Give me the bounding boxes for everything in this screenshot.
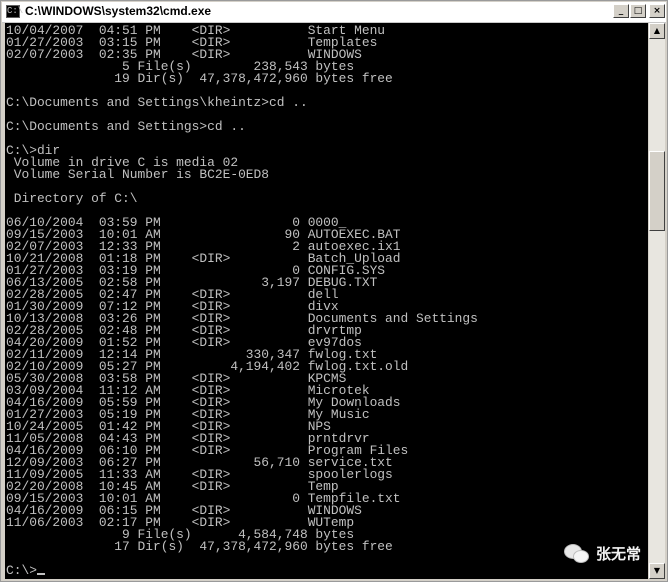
console-line: Directory of C:\ [13, 191, 138, 206]
text-cursor [36, 573, 45, 575]
console-text: 10/04/2007 04:51 PM <DIR> Start Menu 01/… [5, 23, 648, 577]
cmd-app-icon[interactable]: C:\ [6, 5, 23, 18]
console-line: C:\Documents and Settings\kheintz>cd .. [6, 95, 308, 110]
scrollbar-thumb[interactable] [649, 151, 665, 231]
console-line: 17 Dir(s) 47,378,472,960 bytes free [114, 539, 393, 554]
console-line: Volume Serial Number is BC2E-0ED8 [13, 167, 270, 182]
scroll-down-button[interactable]: ▼ [649, 563, 665, 579]
wechat-icon [564, 542, 590, 564]
scroll-up-button[interactable]: ▲ [649, 23, 665, 39]
console-lines: 10/04/2007 04:51 PM <DIR> Start Menu 01/… [6, 23, 478, 554]
console-output[interactable]: 10/04/2007 04:51 PM <DIR> Start Menu 01/… [5, 23, 648, 579]
console-line: C:\Documents and Settings>cd .. [6, 119, 246, 134]
title-bar[interactable]: C:\ C:\WINDOWS\system32\cmd.exe _ □ × [2, 2, 666, 23]
watermark-text: 张无常 [596, 544, 642, 563]
vertical-scrollbar[interactable]: ▲ ▼ [649, 23, 665, 579]
console-line: 19 Dir(s) 47,378,472,960 bytes free [114, 71, 393, 86]
cmd-window: C:\ C:\WINDOWS\system32\cmd.exe _ □ × 10… [0, 0, 668, 582]
close-button[interactable]: × [649, 4, 665, 18]
watermark: 张无常 [564, 539, 641, 567]
maximize-button[interactable]: □ [630, 4, 646, 18]
window-title: C:\WINDOWS\system32\cmd.exe [25, 4, 212, 18]
minimize-button[interactable]: _ [613, 4, 629, 18]
command-prompt: C:\> [6, 563, 37, 578]
